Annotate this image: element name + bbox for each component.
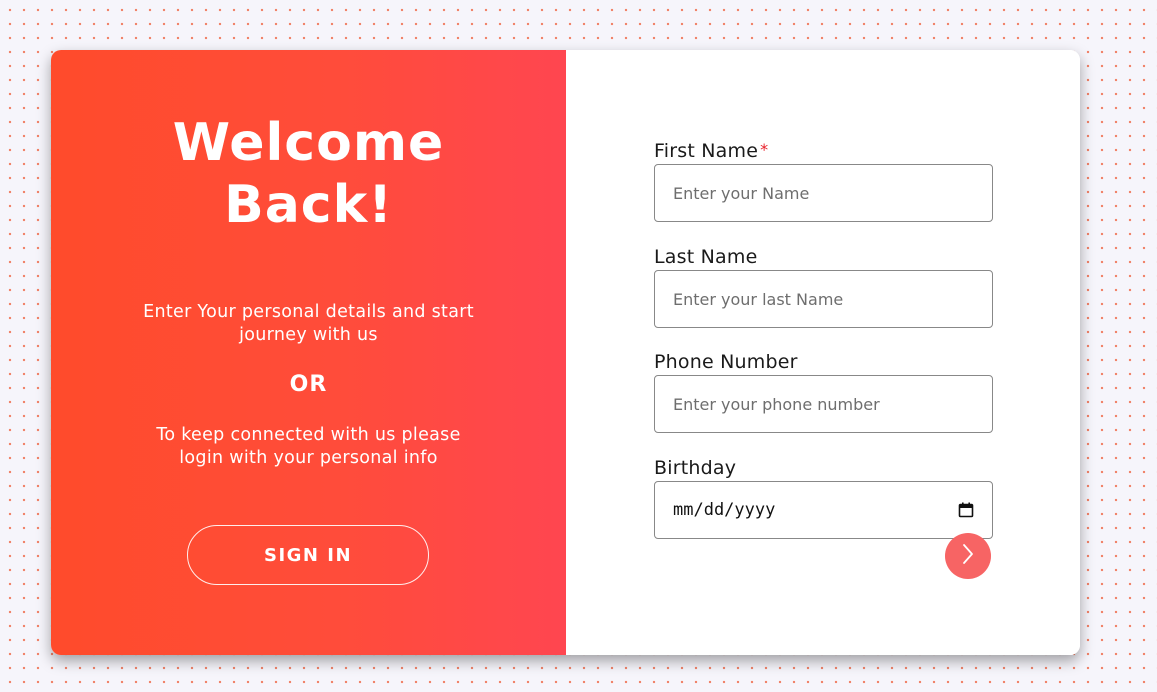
last-name-label: Last Name [654, 246, 758, 268]
sign-in-button[interactable]: SIGN IN [187, 525, 429, 585]
signup-card: Welcome Back! Enter Your personal detail… [51, 50, 1080, 655]
birthday-date-placeholder: mm/dd/yyyy [673, 500, 776, 520]
welcome-panel: Welcome Back! Enter Your personal detail… [51, 50, 566, 655]
phone-number-label: Phone Number [654, 351, 798, 373]
phone-number-input[interactable] [654, 375, 993, 433]
welcome-title-line2: Back! [224, 175, 393, 235]
login-description: To keep connected with us please login w… [156, 425, 461, 468]
calendar-icon[interactable] [958, 502, 974, 518]
first-name-label-text: First Name [654, 140, 759, 162]
required-mark: * [760, 140, 769, 159]
first-name-label: First Name * [654, 140, 768, 162]
or-separator: OR [289, 372, 328, 397]
first-name-input[interactable] [654, 164, 993, 222]
birthday-date-input[interactable]: mm/dd/yyyy [654, 481, 993, 539]
welcome-title: Welcome Back! [51, 112, 566, 236]
welcome-description: Enter Your personal details and start jo… [143, 302, 474, 345]
last-name-input[interactable] [654, 270, 993, 328]
birthday-label: Birthday [654, 457, 737, 479]
next-button[interactable] [945, 533, 991, 579]
chevron-right-icon [961, 543, 975, 569]
welcome-title-line1: Welcome [172, 113, 445, 173]
form-panel: First Name* Last Name Phone Number Birth… [566, 50, 1080, 655]
